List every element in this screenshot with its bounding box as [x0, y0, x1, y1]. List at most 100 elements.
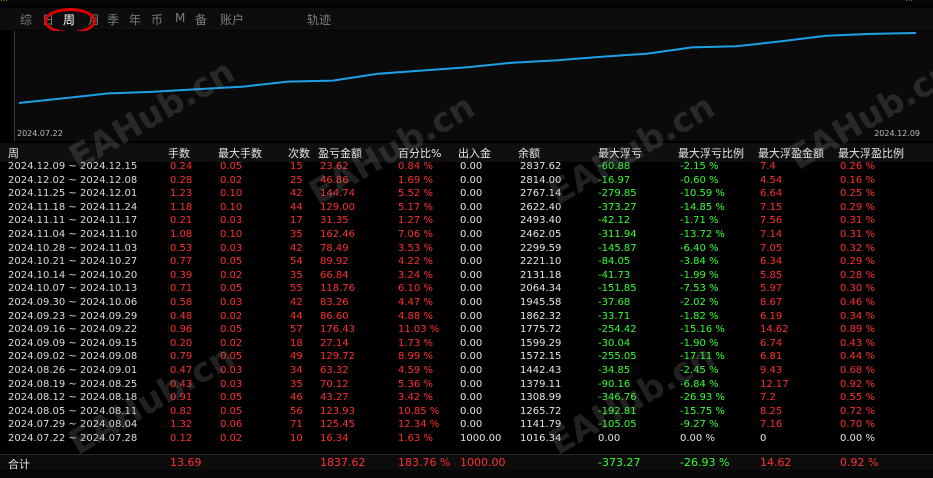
cell-pnl: 23.62: [320, 161, 349, 172]
cell-balance: 2622.40: [520, 201, 562, 213]
cell-io: 0.00: [460, 310, 483, 322]
chart-x-end-label: 2024.12.09: [874, 129, 920, 138]
cell-max-lots: 0.03: [220, 364, 243, 376]
cell-max-dd-pct: -2.02 %: [680, 296, 719, 308]
cell-max-dd: -37.68: [598, 296, 631, 308]
cell-pnl: 144.74: [320, 188, 355, 200]
table-row[interactable]: 2024.10.28 ~ 2024.11.03 0.53 0.03 42 78.49 3.…: [0, 242, 933, 256]
cell-max-fp-pct: 0.30 %: [840, 283, 875, 295]
col-pct: 百分比%: [398, 147, 442, 160]
cell-lots: 0.96: [170, 324, 193, 336]
cell-pnl: 89.92: [320, 256, 349, 268]
tab-summary[interactable]: 综: [20, 11, 32, 28]
cell-pct: 1.73 %: [398, 337, 433, 349]
table-row[interactable]: 2024.09.16 ~ 2024.09.22 0.96 0.05 57 176.43 1…: [0, 323, 933, 337]
cell-balance: 2767.14: [520, 188, 562, 200]
cell-max-dd: -311.94: [598, 228, 637, 240]
cell-max-dd-pct: -3.84 %: [680, 256, 719, 268]
cell-pnl: 78.49: [320, 242, 349, 254]
table-row[interactable]: 2024.07.22 ~ 2024.07.28 0.12 0.02 10 16.34 1.…: [0, 432, 933, 446]
cell-io: 0.00: [460, 337, 483, 349]
cell-balance: 1141.79: [520, 419, 562, 431]
table-row[interactable]: 2024.09.23 ~ 2024.09.29 0.48 0.02 44 86.60 4.…: [0, 310, 933, 324]
cell-max-dd: -373.27: [598, 201, 637, 213]
cell-max-fp: 14.62: [760, 324, 789, 336]
cell-max-dd-pct: -2.15 %: [680, 161, 719, 172]
cell-pnl: 176.43: [320, 324, 355, 336]
cell-lots: 1.18: [170, 201, 193, 213]
tab-account[interactable]: 账户: [220, 11, 244, 28]
cell-pnl: 125.45: [320, 419, 355, 431]
cell-max-dd: -84.05: [598, 256, 631, 268]
cell-lots: 0.20: [170, 337, 193, 349]
cell-lots: 0.21: [170, 215, 193, 227]
cell-max-lots: 0.10: [220, 201, 243, 213]
table-row[interactable]: 2024.08.05 ~ 2024.08.11 0.82 0.05 56 123.93 1…: [0, 405, 933, 419]
table-row[interactable]: 2024.11.25 ~ 2024.12.01 1.23 0.10 42 144.74 5…: [0, 187, 933, 201]
cell-max-dd: -346.76: [598, 392, 637, 404]
col-io: 出入金: [458, 147, 491, 160]
cell-max-dd: -192.81: [598, 405, 637, 417]
tab-m[interactable]: M: [175, 11, 185, 25]
top-strip: ... ...: [0, 0, 933, 6]
cell-count: 42: [290, 242, 303, 254]
cell-max-fp: 4.54: [760, 174, 783, 186]
cell-max-lots: 0.02: [220, 337, 243, 349]
cell-week: 2024.10.21 ~ 2024.10.27: [8, 256, 138, 268]
cell-max-dd: -255.05: [598, 351, 637, 363]
total-pct: 183.76 %: [398, 456, 451, 469]
table-row[interactable]: 2024.10.14 ~ 2024.10.20 0.39 0.02 35 66.84 3.…: [0, 269, 933, 283]
cell-count: 71: [290, 419, 303, 431]
cell-count: 18: [290, 337, 303, 349]
table-row[interactable]: 2024.11.11 ~ 2024.11.17 0.21 0.03 17 31.35 1.…: [0, 214, 933, 228]
cell-lots: 0.71: [170, 283, 193, 295]
cell-balance: 2299.59: [520, 242, 562, 254]
cell-max-fp: 7.15: [760, 201, 783, 213]
cell-count: 10: [290, 432, 303, 444]
top-strip-right: ...: [905, 0, 913, 4]
tab-note[interactable]: 备: [195, 11, 207, 28]
table-row[interactable]: 2024.11.04 ~ 2024.11.10 1.08 0.10 35 162.46 7…: [0, 228, 933, 242]
cell-max-lots: 0.02: [220, 174, 243, 186]
cell-max-fp-pct: 0.25 %: [840, 188, 875, 200]
table-row[interactable]: 2024.07.29 ~ 2024.08.04 1.32 0.06 71 125.45 1…: [0, 418, 933, 432]
table-row[interactable]: 2024.12.09 ~ 2024.12.15 0.24 0.05 15 23.62 0.…: [0, 160, 933, 174]
cell-pnl: 86.60: [320, 310, 349, 322]
table-row[interactable]: 2024.10.21 ~ 2024.10.27 0.77 0.05 54 89.92 4.…: [0, 255, 933, 269]
cell-max-dd: -279.85: [598, 188, 637, 200]
cell-max-lots: 0.02: [220, 432, 243, 444]
cell-max-dd: -16.97: [598, 174, 631, 186]
table-row[interactable]: 2024.08.26 ~ 2024.09.01 0.47 0.03 34 63.32 4.…: [0, 364, 933, 378]
total-lots: 13.69: [170, 456, 202, 469]
table-row[interactable]: 2024.09.30 ~ 2024.10.06 0.58 0.03 42 83.26 4.…: [0, 296, 933, 310]
cell-max-fp: 7.14: [760, 228, 783, 240]
cell-week: 2024.08.26 ~ 2024.09.01: [8, 364, 138, 376]
cell-pnl: 16.34: [320, 432, 349, 444]
cell-balance: 2837.62: [520, 161, 562, 172]
cell-week: 2024.09.09 ~ 2024.09.15: [8, 337, 138, 349]
cell-pct: 1.69 %: [398, 174, 433, 186]
table-row[interactable]: 2024.11.18 ~ 2024.11.24 1.18 0.10 44 129.00 5…: [0, 201, 933, 215]
cell-max-dd-pct: -17.11 %: [680, 351, 725, 363]
cell-max-fp-pct: 0.28 %: [840, 269, 875, 281]
table-row[interactable]: 2024.08.12 ~ 2024.08.18 0.91 0.05 46 43.27 3.…: [0, 391, 933, 405]
tab-quarter[interactable]: 季: [107, 11, 119, 28]
tab-track[interactable]: 轨迹: [307, 11, 331, 28]
cell-pct: 3.24 %: [398, 269, 433, 281]
table-row[interactable]: 2024.12.02 ~ 2024.12.08 0.28 0.02 25 46.86 1.…: [0, 174, 933, 188]
cell-io: 0.00: [460, 283, 483, 295]
table-row[interactable]: 2024.10.07 ~ 2024.10.13 0.71 0.05 55 118.76 6…: [0, 282, 933, 296]
table-row[interactable]: 2024.09.09 ~ 2024.09.15 0.20 0.02 18 27.14 1.…: [0, 337, 933, 351]
tab-year[interactable]: 年: [129, 11, 141, 28]
cell-balance: 2814.00: [520, 174, 562, 186]
cell-max-fp-pct: 0.92 %: [840, 378, 875, 390]
cell-pnl: 46.86: [320, 174, 349, 186]
col-count: 次数: [288, 147, 310, 160]
cell-max-fp-pct: 0.70 %: [840, 419, 875, 431]
tab-currency[interactable]: 币: [151, 11, 163, 28]
cell-balance: 1379.11: [520, 378, 562, 390]
table-row[interactable]: 2024.08.19 ~ 2024.08.25 0.43 0.03 35 70.12 5.…: [0, 378, 933, 392]
cell-week: 2024.09.16 ~ 2024.09.22: [8, 324, 138, 336]
table-row[interactable]: 2024.09.02 ~ 2024.09.08 0.79 0.05 49 129.72 8…: [0, 350, 933, 364]
cell-lots: 1.32: [170, 419, 193, 431]
